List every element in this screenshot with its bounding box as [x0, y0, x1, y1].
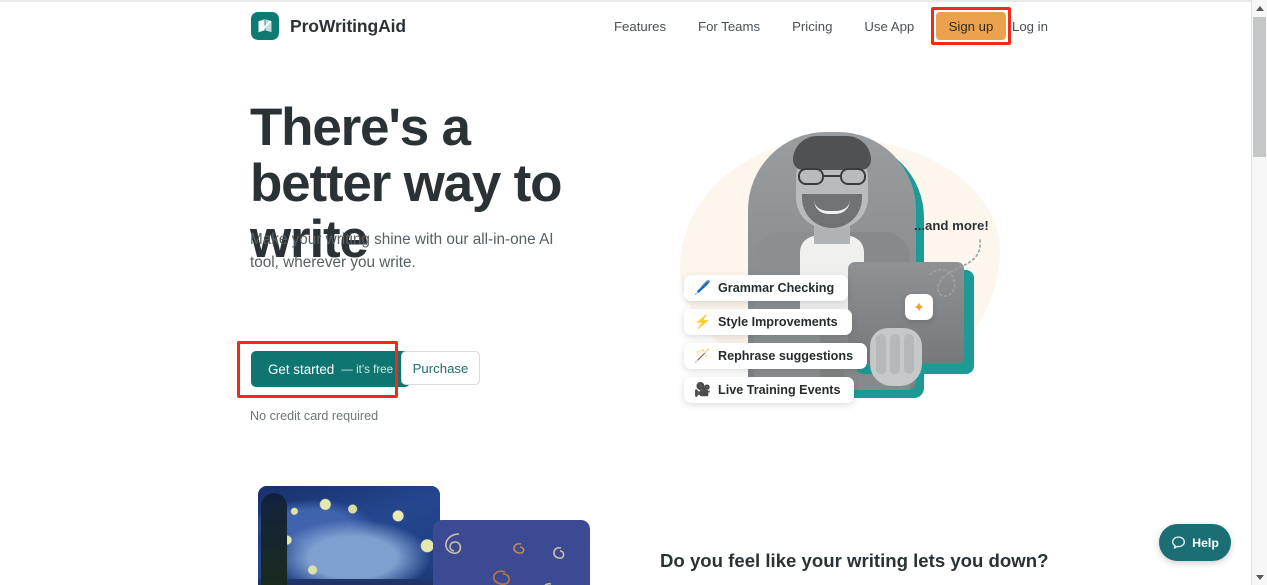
feature-chip-live-training-events: 🎥 Live Training Events: [684, 377, 855, 403]
section-question: Do you feel like your writing lets you d…: [660, 550, 1049, 571]
lightning-icon: ⚡: [694, 314, 711, 330]
glasses-icon: [798, 168, 866, 185]
brand-logo-link[interactable]: ProWritingAid: [251, 12, 406, 40]
and-more-label: ...and more!: [914, 218, 989, 233]
sparkle-icon: ✦: [905, 294, 933, 320]
starry-night-painting: [258, 486, 440, 585]
video-camera-icon: 🎥: [694, 382, 711, 398]
nav-item-use-app[interactable]: Use App: [848, 2, 930, 52]
help-label: Help: [1192, 535, 1219, 550]
scroll-down-button[interactable]: [1252, 569, 1267, 585]
brand-name: ProWritingAid: [290, 15, 407, 36]
browser-page: ProWritingAid Features For Teams Pricing…: [0, 0, 1267, 585]
feature-chip-style-improvements: ⚡ Style Improvements: [684, 309, 852, 335]
magic-wand-icon: 🪄: [694, 348, 711, 364]
scrollbar-thumb[interactable]: [1253, 17, 1266, 157]
feature-chip-label: Rephrase suggestions: [718, 349, 854, 363]
nav-item-pricing[interactable]: Pricing: [776, 2, 848, 52]
doodle-swirls-icon: [445, 533, 565, 585]
feature-chip-list: 🖊️ Grammar Checking ⚡ Style Improvements…: [684, 275, 868, 403]
purchase-button[interactable]: Purchase: [401, 351, 480, 385]
chevron-up-icon: [1255, 5, 1264, 11]
page-viewport: ProWritingAid Features For Teams Pricing…: [0, 2, 1251, 585]
dotted-curved-arrow-icon: [927, 239, 981, 297]
no-credit-card-note: No credit card required: [250, 409, 379, 423]
sign-up-button[interactable]: Sign up: [936, 12, 1006, 40]
nav-item-features[interactable]: Features: [598, 2, 682, 52]
vertical-scrollbar[interactable]: [1251, 0, 1267, 585]
pen-icon: 🖊️: [694, 280, 711, 296]
nav-item-for-teams[interactable]: For Teams: [682, 2, 776, 52]
chevron-down-icon: [1255, 574, 1264, 580]
signup-button-region: Sign up: [931, 7, 1011, 45]
feature-chip-rephrase-suggestions: 🪄 Rephrase suggestions: [684, 343, 868, 369]
blue-doodle-card: [433, 520, 590, 585]
get-started-label: Get started: [268, 361, 335, 377]
starry-cypress-tree: [261, 493, 287, 585]
feature-chip-grammar-checking: 🖊️ Grammar Checking: [684, 275, 849, 301]
hand: [870, 328, 922, 386]
chat-bubble-icon: [1172, 536, 1185, 549]
feature-chip-label: Style Improvements: [718, 315, 838, 329]
scroll-up-button[interactable]: [1252, 0, 1267, 16]
help-widget-button[interactable]: Help: [1159, 524, 1231, 561]
get-started-free-note: — it's free: [341, 362, 394, 376]
site-header: ProWritingAid Features For Teams Pricing…: [0, 2, 1251, 52]
hair: [793, 136, 871, 170]
hero-subtitle: Make your writing shine with our all-in-…: [250, 231, 554, 271]
get-started-button[interactable]: Get started — it's free: [251, 351, 411, 387]
feature-chip-label: Live Training Events: [718, 383, 841, 397]
feature-chip-label: Grammar Checking: [718, 281, 835, 295]
hero-section: There's a better way to write Make your …: [0, 52, 1251, 472]
hero-illustration: ✦ ...and more! 🖊️ Grammar Checking ⚡ Sty…: [648, 110, 1023, 410]
book-check-logo-icon: [251, 12, 279, 40]
